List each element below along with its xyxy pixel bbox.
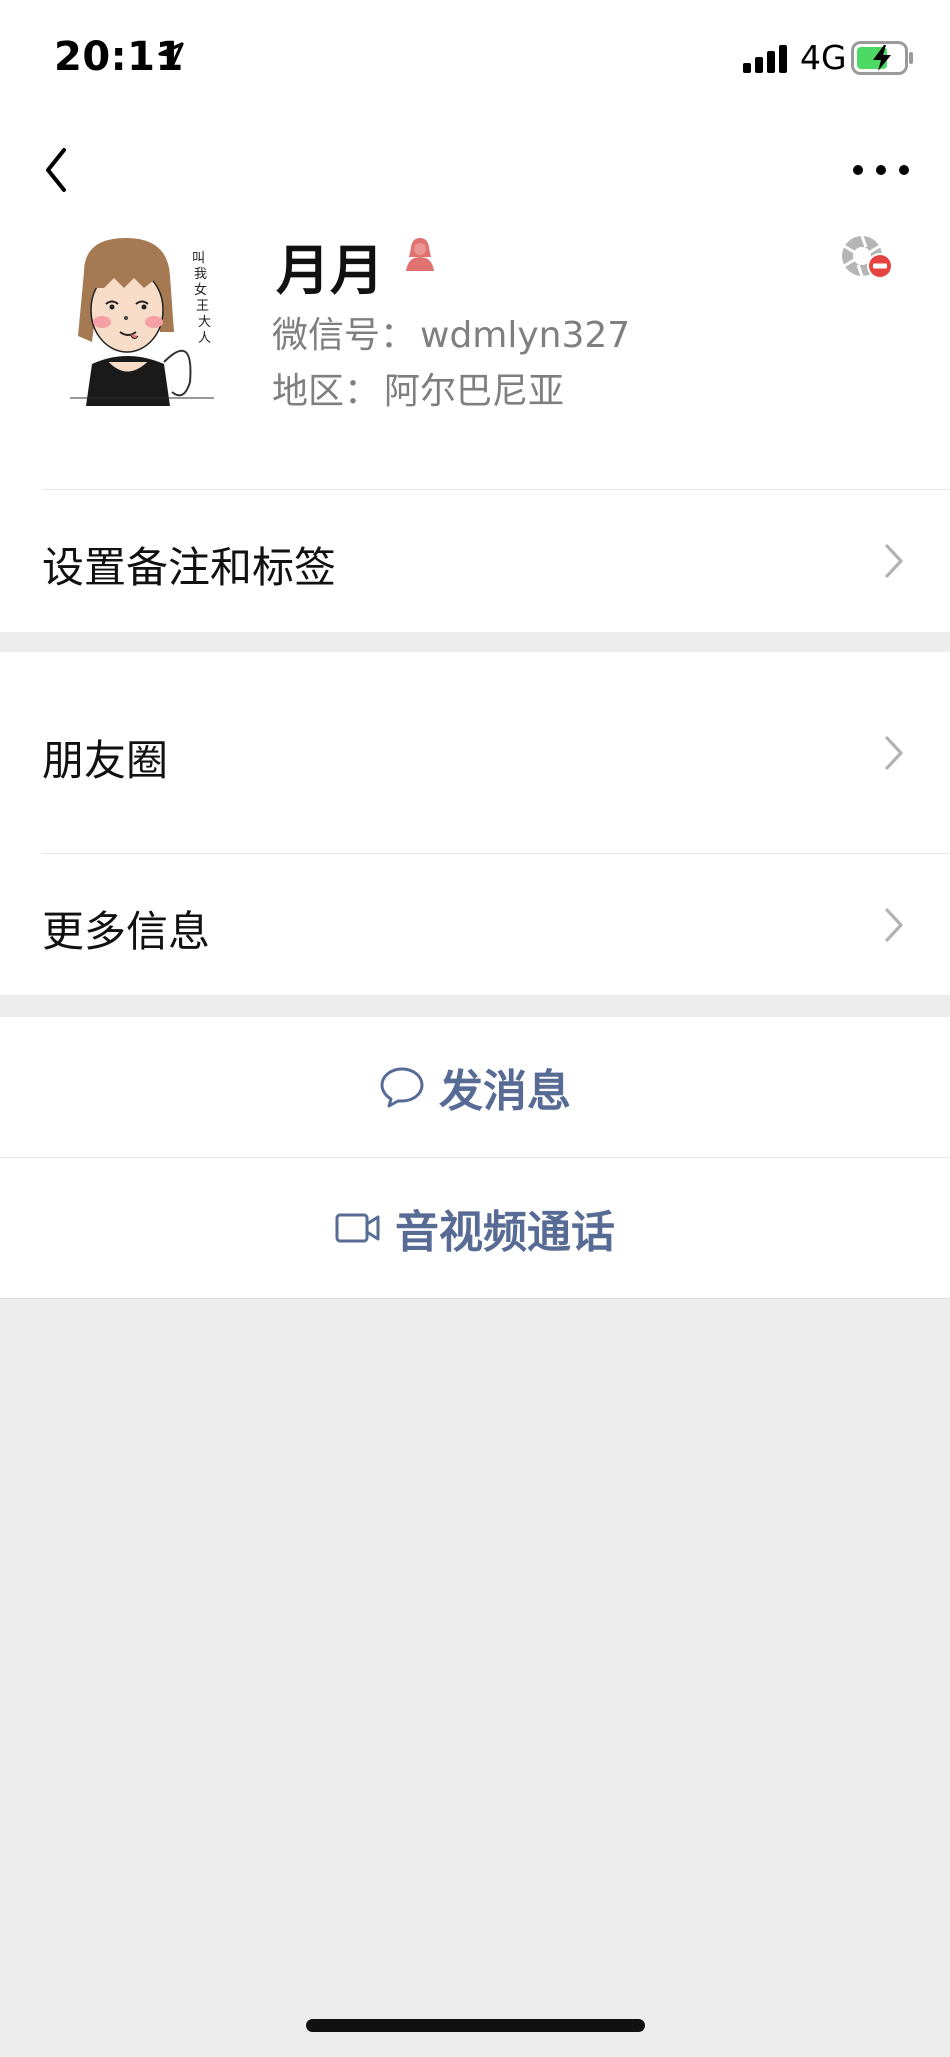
- remark-tags-row[interactable]: 设置备注和标签: [0, 490, 950, 632]
- moments-row[interactable]: 朋友圈: [0, 652, 950, 854]
- contact-profile-page: 20:11 4G 叫 我 女 王 大 人 月月 微信号： wdmlyn327 地…: [0, 0, 950, 2057]
- svg-text:我: 我: [194, 267, 207, 282]
- battery-charging-icon: [851, 41, 913, 75]
- home-indicator[interactable]: [306, 2019, 645, 2032]
- svg-text:叫: 叫: [192, 251, 205, 266]
- wechat-id-label: 微信号：: [272, 315, 417, 356]
- region-label: 地区：: [272, 371, 381, 412]
- svg-text:大: 大: [198, 315, 211, 330]
- contact-name: 月月: [276, 239, 384, 302]
- chevron-right-icon: [885, 736, 903, 770]
- video-call-button[interactable]: 音视频通话: [0, 1158, 950, 1298]
- remark-tags-label: 设置备注和标签: [42, 543, 337, 592]
- wechat-id-line: 微信号： wdmlyn327: [272, 306, 630, 358]
- video-call-label: 音视频通话: [395, 1207, 615, 1258]
- chat-bubble-icon: [380, 1067, 424, 1108]
- chevron-right-icon: [885, 908, 903, 942]
- network-type: 4G: [800, 38, 847, 77]
- more-button[interactable]: [846, 150, 916, 190]
- wechat-id-value: wdmlyn327: [420, 315, 631, 356]
- status-bar: 20:11 4G: [0, 0, 950, 116]
- location-arrow-icon: [158, 42, 184, 68]
- moments-label: 朋友圈: [42, 736, 169, 785]
- video-camera-icon: [335, 1213, 380, 1243]
- female-icon: [406, 238, 434, 271]
- more-info-row[interactable]: 更多信息: [0, 854, 950, 995]
- svg-text:人: 人: [198, 331, 211, 346]
- nav-bar: [0, 116, 950, 226]
- back-button[interactable]: [30, 140, 90, 200]
- moments-blocked-icon: [842, 235, 893, 279]
- send-message-content: 发消息: [379, 1055, 571, 1119]
- chevron-right-icon: [885, 544, 903, 578]
- svg-text:女: 女: [194, 282, 207, 298]
- signal-icon: [743, 45, 787, 73]
- svg-text:王: 王: [196, 299, 209, 314]
- avatar[interactable]: 叫 我 女 王 大 人: [64, 232, 220, 406]
- avatar-illustration: 叫 我 女 王 大 人: [64, 232, 220, 406]
- video-call-content: 音视频通话: [335, 1196, 615, 1260]
- action-bottom-divider: [0, 1298, 950, 1299]
- send-message-label: 发消息: [439, 1066, 571, 1117]
- send-message-button[interactable]: 发消息: [0, 1017, 950, 1157]
- more-info-label: 更多信息: [42, 907, 211, 956]
- region-value: 阿尔巴尼亚: [384, 371, 565, 412]
- region-line: 地区： 阿尔巴尼亚: [272, 362, 564, 414]
